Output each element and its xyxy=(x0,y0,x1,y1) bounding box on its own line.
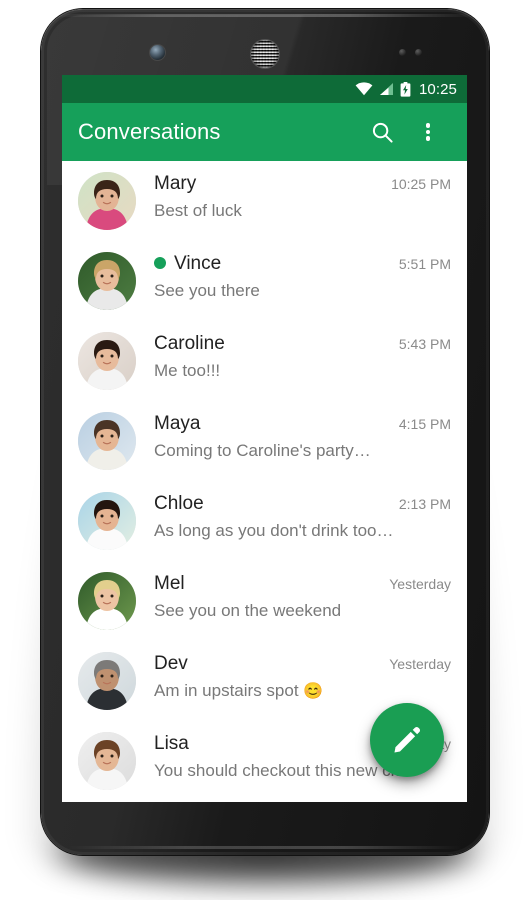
conversation-row-body: Mel Yesterday See you on the weekend xyxy=(136,572,451,641)
earpiece-speaker-icon xyxy=(251,40,279,68)
contact-name: Mel xyxy=(154,573,185,594)
status-bar: 10:25 xyxy=(62,75,467,103)
conversation-row[interactable]: Caroline 5:43 PM Me too!!! xyxy=(62,321,467,401)
conversation-row-header: Chloe 2:13 PM xyxy=(154,492,451,516)
conversation-row-header: Maya 4:15 PM xyxy=(154,412,451,436)
overflow-menu-icon xyxy=(425,121,431,143)
conversation-row-header: Mary 10:25 PM xyxy=(154,172,451,196)
app-bar: Conversations xyxy=(62,103,467,161)
contact-name: Lisa xyxy=(154,733,189,754)
message-preview-text: Am in upstairs spot xyxy=(154,681,304,700)
avatar-photo xyxy=(78,732,136,790)
contact-name: Dev xyxy=(154,653,188,674)
avatar[interactable] xyxy=(78,252,136,310)
message-timestamp: 5:43 PM xyxy=(398,336,451,352)
status-bar-clock: 10:25 xyxy=(418,80,457,98)
contact-name: Maya xyxy=(154,413,201,434)
message-preview-text: See you there xyxy=(154,281,260,300)
conversation-row[interactable]: Maya 4:15 PM Coming to Caroline's party… xyxy=(62,401,467,481)
avatar-photo xyxy=(78,332,136,390)
screenshot-root: 10:25 Conversations Mary 10:25 PM Best o… xyxy=(0,0,528,900)
avatar-photo xyxy=(78,492,136,550)
battery-charging-icon xyxy=(400,81,411,97)
frame-top-highlight xyxy=(51,14,479,17)
conversation-row[interactable]: Mel Yesterday See you on the weekend xyxy=(62,561,467,641)
message-timestamp: 10:25 PM xyxy=(391,176,451,192)
conversation-row-header: Caroline 5:43 PM xyxy=(154,332,451,356)
conversation-row-header: Mel Yesterday xyxy=(154,572,451,596)
message-preview: Coming to Caroline's party… xyxy=(154,439,451,464)
conversation-row-body: Vince 5:51 PM See you there xyxy=(136,252,451,321)
pencil-compose-icon xyxy=(394,726,421,753)
message-timestamp: 2:13 PM xyxy=(398,496,451,512)
message-preview-text: You should checkout this new club xyxy=(154,761,414,780)
contact-name: Chloe xyxy=(154,493,204,514)
message-preview: See you on the weekend xyxy=(154,599,451,624)
conversation-row-body: Mary 10:25 PM Best of luck xyxy=(136,172,451,241)
avatar[interactable] xyxy=(78,172,136,230)
message-preview: As long as you don't drink too… xyxy=(154,519,451,544)
emoji-icon: 😊 xyxy=(303,683,324,700)
conversation-row-header: Vince 5:51 PM xyxy=(154,252,451,276)
search-icon xyxy=(372,122,393,143)
conversation-row-body: Maya 4:15 PM Coming to Caroline's party… xyxy=(136,412,451,481)
message-preview-text: Coming to Caroline's party… xyxy=(154,441,371,460)
avatar[interactable] xyxy=(78,652,136,710)
page-title: Conversations xyxy=(78,119,221,144)
conversation-row[interactable]: Mary 10:25 PM Best of luck xyxy=(62,161,467,241)
message-preview: See you there xyxy=(154,279,451,304)
message-preview-text: Best of luck xyxy=(154,201,242,220)
avatar[interactable] xyxy=(78,412,136,470)
conversation-row-header: Dev Yesterday xyxy=(154,652,451,676)
contact-name: Vince xyxy=(174,253,222,274)
contact-name: Caroline xyxy=(154,333,225,354)
front-camera-icon xyxy=(150,45,165,60)
message-preview-text: As long as you don't drink too… xyxy=(154,521,394,540)
online-status-dot xyxy=(154,257,166,269)
contact-name: Mary xyxy=(154,173,197,194)
message-timestamp: 4:15 PM xyxy=(398,416,451,432)
conversation-row[interactable]: Vince 5:51 PM See you there xyxy=(62,241,467,321)
message-timestamp: Yesterday xyxy=(389,656,451,672)
message-preview: Me too!!! xyxy=(154,359,451,384)
phone-device-frame: 10:25 Conversations Mary 10:25 PM Best o… xyxy=(41,9,489,855)
avatar-photo xyxy=(78,172,136,230)
frame-bottom-highlight xyxy=(69,846,461,849)
conversation-row[interactable]: Chloe 2:13 PM As long as you don't drink… xyxy=(62,481,467,561)
message-timestamp: Yesterday xyxy=(389,576,451,592)
avatar[interactable] xyxy=(78,492,136,550)
avatar[interactable] xyxy=(78,572,136,630)
wifi-icon xyxy=(355,82,373,96)
avatar-photo xyxy=(78,652,136,710)
message-preview: Best of luck xyxy=(154,199,451,224)
avatar-photo xyxy=(78,412,136,470)
message-preview-text: See you on the weekend xyxy=(154,601,342,620)
avatar[interactable] xyxy=(78,732,136,790)
avatar-photo xyxy=(78,252,136,310)
compose-fab-button[interactable] xyxy=(370,703,444,777)
avatar-photo xyxy=(78,572,136,630)
conversation-row-body: Caroline 5:43 PM Me too!!! xyxy=(136,332,451,401)
cell-signal-icon xyxy=(379,83,393,95)
message-preview: Am in upstairs spot 😊 xyxy=(154,679,451,704)
search-button[interactable] xyxy=(359,109,405,155)
overflow-menu-button[interactable] xyxy=(405,109,451,155)
phone-screen: 10:25 Conversations Mary 10:25 PM Best o… xyxy=(62,75,467,802)
proximity-sensor-icon xyxy=(399,49,406,56)
conversation-row-body: Chloe 2:13 PM As long as you don't drink… xyxy=(136,492,451,561)
message-timestamp: 5:51 PM xyxy=(398,256,451,272)
light-sensor-icon xyxy=(415,49,422,56)
avatar[interactable] xyxy=(78,332,136,390)
message-preview-text: Me too!!! xyxy=(154,361,221,380)
